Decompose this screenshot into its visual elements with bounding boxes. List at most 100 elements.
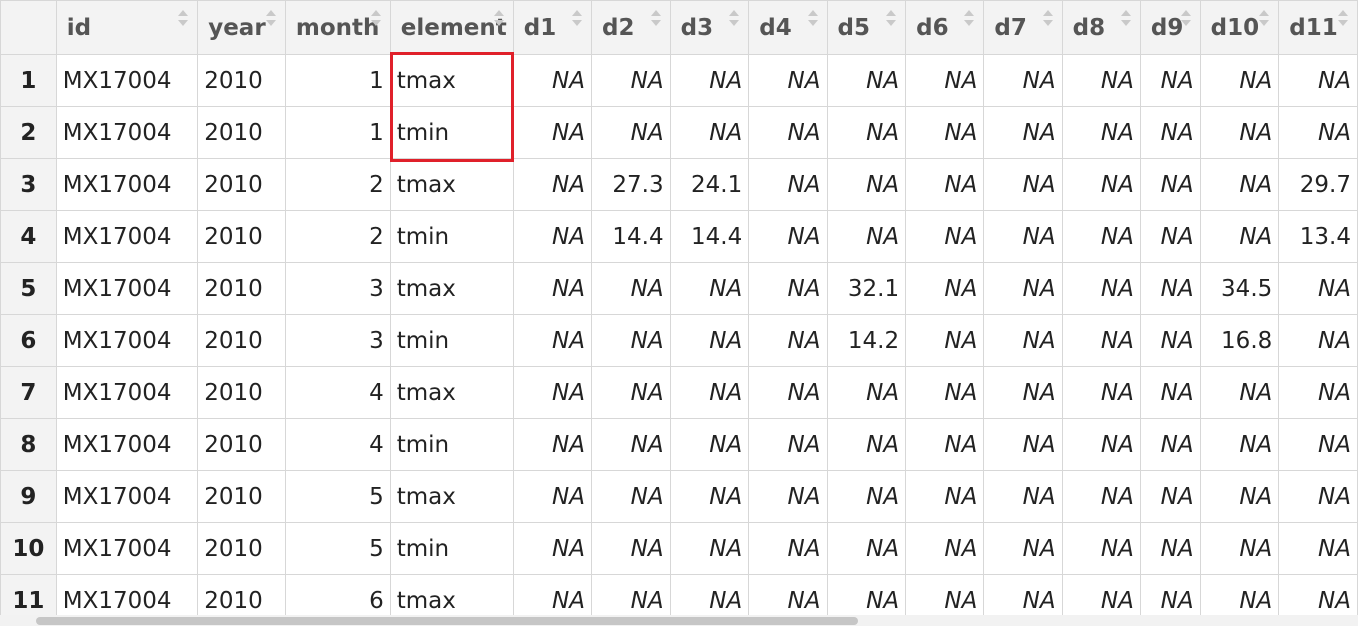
sort-icon[interactable] bbox=[729, 10, 740, 30]
na-cell: NA bbox=[748, 106, 828, 159]
na-cell: NA bbox=[748, 54, 828, 107]
cell-year: 2010 bbox=[197, 158, 286, 211]
table-row: 1 MX17004 2010 1 tmax NA NA NA NA NA NA NA NA NA NA NA bbox=[0, 54, 1358, 107]
cell-element: tmax bbox=[389, 470, 514, 523]
cell-id: MX17004 bbox=[55, 262, 199, 315]
cell-element: tmin bbox=[389, 106, 514, 159]
na-cell: NA bbox=[669, 522, 750, 575]
na-cell: NA bbox=[748, 314, 828, 367]
na-cell: NA bbox=[905, 314, 985, 367]
cell-year: 2010 bbox=[197, 54, 286, 107]
na-cell: NA bbox=[983, 522, 1063, 575]
cell-id: MX17004 bbox=[55, 522, 199, 575]
column-header-label: d6 bbox=[916, 14, 949, 41]
na-cell: NA bbox=[905, 418, 985, 471]
column-header-element[interactable]: element bbox=[389, 0, 514, 55]
column-header-d7[interactable]: d7 bbox=[983, 0, 1063, 55]
column-header-d3[interactable]: d3 bbox=[669, 0, 750, 55]
sort-icon[interactable] bbox=[572, 10, 582, 30]
column-header-year[interactable]: year bbox=[197, 0, 286, 55]
sort-icon[interactable] bbox=[1338, 10, 1348, 30]
column-header-d6[interactable]: d6 bbox=[905, 0, 985, 55]
na-cell: NA bbox=[1139, 210, 1201, 263]
cell-element: tmax bbox=[389, 366, 514, 419]
cell-id: MX17004 bbox=[55, 366, 199, 419]
column-header-id[interactable]: id bbox=[55, 0, 199, 55]
na-cell: NA bbox=[1278, 54, 1358, 107]
column-header-d5[interactable]: d5 bbox=[826, 0, 907, 55]
na-cell: NA bbox=[669, 54, 750, 107]
cell-year: 2010 bbox=[197, 470, 286, 523]
cell-d11: 13.4 bbox=[1278, 210, 1358, 263]
na-cell: NA bbox=[1278, 314, 1358, 367]
cell-year: 2010 bbox=[197, 418, 286, 471]
table-row: 6 MX17004 2010 3 tmin NA NA NA NA 14.2 NA NA NA NA 16.… bbox=[0, 314, 1358, 367]
column-header-label: d3 bbox=[680, 14, 714, 41]
na-cell: NA bbox=[1199, 54, 1280, 107]
na-cell: NA bbox=[669, 470, 750, 523]
column-header-d1[interactable]: d1 bbox=[512, 0, 593, 55]
na-cell: NA bbox=[591, 470, 671, 523]
sort-icon[interactable] bbox=[493, 10, 504, 30]
sort-icon[interactable] bbox=[370, 10, 381, 30]
sort-icon[interactable] bbox=[650, 10, 661, 30]
table-row: 10 MX17004 2010 5 tmin NA NA NA NA NA NA NA NA NA NA NA bbox=[0, 522, 1358, 575]
cell-element: tmin bbox=[389, 418, 514, 471]
cell-d3: 14.4 bbox=[669, 210, 750, 263]
cell-element: tmax bbox=[389, 54, 514, 107]
na-cell: NA bbox=[826, 210, 907, 263]
sort-icon[interactable] bbox=[1259, 10, 1270, 30]
sort-icon[interactable] bbox=[265, 10, 276, 30]
column-header-d11[interactable]: d11 bbox=[1278, 0, 1358, 55]
column-header-d10[interactable]: d10 bbox=[1199, 0, 1280, 55]
na-cell: NA bbox=[512, 418, 593, 471]
na-cell: NA bbox=[1139, 418, 1201, 471]
column-header-d8[interactable]: d8 bbox=[1061, 0, 1141, 55]
cell-element: tmin bbox=[389, 522, 514, 575]
cell-year: 2010 bbox=[197, 262, 286, 315]
table-body: 1 MX17004 2010 1 tmax NA NA NA NA NA NA NA NA NA NA NA 2… bbox=[0, 54, 1358, 626]
na-cell: NA bbox=[1199, 522, 1280, 575]
na-cell: NA bbox=[1278, 418, 1358, 471]
na-cell: NA bbox=[1061, 158, 1141, 211]
na-cell: NA bbox=[1199, 158, 1280, 211]
na-cell: NA bbox=[748, 366, 828, 419]
cell-month: 3 bbox=[284, 314, 391, 367]
na-cell: NA bbox=[669, 314, 750, 367]
column-header-d2[interactable]: d2 bbox=[591, 0, 671, 55]
column-header-d9[interactable]: d9 bbox=[1139, 0, 1201, 55]
column-header-label: d11 bbox=[1289, 14, 1338, 41]
sort-icon[interactable] bbox=[1180, 10, 1191, 30]
table-row: 9 MX17004 2010 5 tmax NA NA NA NA NA NA NA NA NA NA NA bbox=[0, 470, 1358, 523]
na-cell: NA bbox=[1061, 470, 1141, 523]
sort-icon[interactable] bbox=[886, 10, 897, 30]
na-cell: NA bbox=[826, 158, 907, 211]
cell-month: 4 bbox=[284, 418, 391, 471]
cell-month: 1 bbox=[284, 54, 391, 107]
na-cell: NA bbox=[512, 54, 593, 107]
cell-year: 2010 bbox=[197, 522, 286, 575]
column-header-d4[interactable]: d4 bbox=[748, 0, 828, 55]
na-cell: NA bbox=[1139, 158, 1201, 211]
na-cell: NA bbox=[591, 106, 671, 159]
table-row: 4 MX17004 2010 2 tmin NA 14.4 14.4 NA NA NA NA NA NA N… bbox=[0, 210, 1358, 263]
na-cell: NA bbox=[826, 522, 907, 575]
na-cell: NA bbox=[512, 262, 593, 315]
sort-icon[interactable] bbox=[1120, 10, 1131, 30]
na-cell: NA bbox=[983, 314, 1063, 367]
column-header-month[interactable]: month bbox=[284, 0, 391, 55]
cell-year: 2010 bbox=[197, 366, 286, 419]
cell-element: tmin bbox=[389, 314, 514, 367]
na-cell: NA bbox=[983, 366, 1063, 419]
horizontal-scrollbar-thumb[interactable] bbox=[36, 617, 858, 625]
na-cell: NA bbox=[591, 418, 671, 471]
cell-element: tmax bbox=[389, 262, 514, 315]
sort-icon[interactable] bbox=[1042, 10, 1053, 30]
na-cell: NA bbox=[1199, 106, 1280, 159]
sort-icon[interactable] bbox=[964, 10, 975, 30]
na-cell: NA bbox=[1061, 262, 1141, 315]
sort-icon[interactable] bbox=[807, 10, 818, 30]
sort-icon[interactable] bbox=[178, 10, 189, 30]
na-cell: NA bbox=[669, 262, 750, 315]
cell-element: tmin bbox=[389, 210, 514, 263]
